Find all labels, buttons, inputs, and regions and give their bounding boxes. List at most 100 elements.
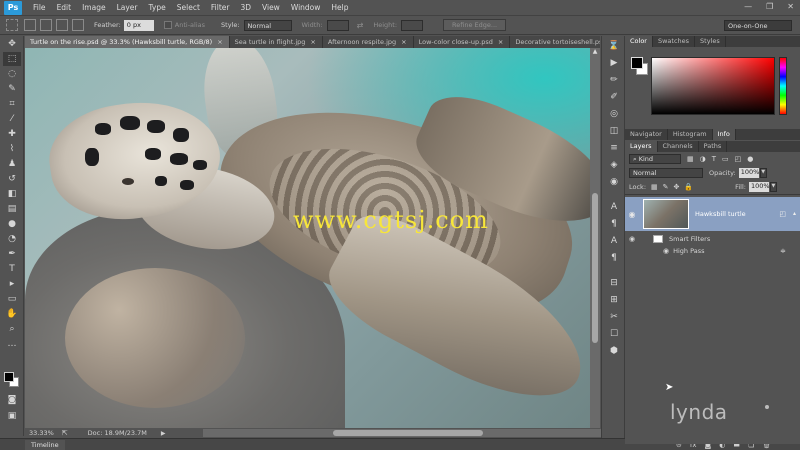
menu-3d[interactable]: 3D: [240, 3, 251, 12]
eyedropper-tool-icon[interactable]: ⁄: [3, 112, 21, 126]
tab-close-icon[interactable]: ×: [310, 38, 315, 46]
layer-row[interactable]: ◉ Hawksbill turtle ◰ ▴: [625, 197, 800, 231]
height-input[interactable]: [401, 19, 424, 31]
tab-close-icon[interactable]: ×: [401, 38, 406, 46]
brush-tool-icon[interactable]: ⌇: [3, 142, 21, 156]
subtract-selection-icon[interactable]: [56, 19, 68, 31]
doc-tab-low-color-close-up[interactable]: Low-color close-up.psd ×: [413, 36, 511, 48]
healing-brush-tool-icon[interactable]: ✚: [3, 127, 21, 141]
adjustments-icon[interactable]: ◫: [605, 123, 623, 138]
smart-filters-eye-icon[interactable]: ◉: [625, 235, 639, 243]
character-styles-icon[interactable]: A: [605, 233, 623, 248]
collapse-effects-icon[interactable]: ▴: [793, 210, 796, 217]
width-input[interactable]: [326, 19, 349, 31]
marquee-preset-icon[interactable]: [6, 19, 18, 31]
crop-tool-icon[interactable]: ⌗: [3, 97, 21, 111]
more-tools-icon[interactable]: …: [3, 337, 21, 351]
menu-help[interactable]: Help: [331, 3, 348, 12]
paragraph-styles-icon[interactable]: ¶: [605, 250, 623, 265]
new-selection-icon[interactable]: [24, 19, 36, 31]
document-canvas[interactable]: www.cgtsj.com: [25, 48, 590, 428]
notes-icon[interactable]: ☐: [605, 326, 623, 341]
gradient-tool-icon[interactable]: ▤: [3, 202, 21, 216]
doc-tab-afternoon-respite[interactable]: Afternoon respite.jpg ×: [322, 36, 414, 48]
blend-mode-select[interactable]: Normal: [629, 168, 703, 178]
tab-close-icon[interactable]: ×: [498, 38, 503, 46]
lock-pixels-icon[interactable]: ✎: [663, 183, 669, 191]
menu-window[interactable]: Window: [291, 3, 321, 12]
marquee-tool-icon[interactable]: ⬚: [3, 52, 21, 66]
feather-input[interactable]: 0 px: [123, 19, 154, 31]
vertical-scroll-thumb[interactable]: [592, 193, 598, 343]
horizontal-scroll-thumb[interactable]: [333, 430, 483, 436]
menu-image[interactable]: Image: [82, 3, 106, 12]
properties-icon[interactable]: ≡: [605, 140, 623, 155]
doc-tab-decorative-tortoiseshell[interactable]: Decorative tortoiseshell.psc: [510, 36, 600, 48]
filter-pixel-icon[interactable]: ▦: [687, 155, 694, 163]
filter-adjustment-icon[interactable]: ◑: [700, 155, 706, 163]
filter-smart-object-icon[interactable]: ◰: [735, 155, 742, 163]
add-selection-icon[interactable]: [40, 19, 52, 31]
path-select-tool-icon[interactable]: ▸: [3, 277, 21, 291]
brush-presets-icon[interactable]: ✐: [605, 89, 623, 104]
layer-comps-icon[interactable]: ⊞: [605, 292, 623, 307]
fill-dropdown-icon[interactable]: ▼: [769, 182, 777, 192]
type-tool-icon[interactable]: T: [3, 262, 21, 276]
tab-swatches[interactable]: Swatches: [653, 36, 696, 47]
filter-toggle-icon[interactable]: ●: [747, 155, 753, 163]
tab-close-icon[interactable]: ×: [217, 38, 222, 46]
move-tool-icon[interactable]: ✥: [3, 37, 21, 51]
tab-navigator[interactable]: Navigator: [625, 129, 668, 140]
doc-tab-sea-turtle-in-flight[interactable]: Sea turtle in flight.jpg ×: [229, 36, 323, 48]
canvas-vertical-scrollbar[interactable]: ▲: [590, 48, 600, 428]
lasso-tool-icon[interactable]: ◌: [3, 67, 21, 81]
refine-edge-button[interactable]: Refine Edge...: [443, 19, 507, 31]
layer-kind-select[interactable]: ⌕ Kind: [629, 154, 681, 164]
menu-layer[interactable]: Layer: [117, 3, 138, 12]
restore-icon[interactable]: ❐: [766, 2, 773, 11]
status-menu-icon[interactable]: ▶: [161, 430, 166, 437]
clone-stamp-tool-icon[interactable]: ♟: [3, 157, 21, 171]
minimize-icon[interactable]: —: [744, 2, 752, 11]
antialias-checkbox[interactable]: [163, 21, 172, 29]
hue-slider[interactable]: [779, 57, 787, 115]
close-icon[interactable]: ✕: [787, 2, 794, 11]
export-icon[interactable]: ⇱: [62, 429, 68, 437]
opacity-dropdown-icon[interactable]: ▼: [759, 168, 767, 178]
foreground-color-chip[interactable]: [631, 57, 643, 69]
opacity-input[interactable]: 100%: [738, 168, 759, 178]
menu-file[interactable]: File: [33, 3, 46, 12]
color-picker-field[interactable]: [651, 57, 775, 115]
3d-icon[interactable]: ⬢: [605, 343, 623, 358]
style-select[interactable]: Normal: [243, 19, 292, 31]
character-icon[interactable]: A: [605, 199, 623, 214]
brush-icon[interactable]: ✏: [605, 72, 623, 87]
fill-input[interactable]: 100%: [748, 182, 770, 192]
filter-eye-icon[interactable]: ◉: [663, 247, 669, 255]
canvas-horizontal-scrollbar[interactable]: [203, 429, 615, 437]
quick-mask-icon[interactable]: ◙: [3, 393, 21, 407]
scroll-up-icon[interactable]: ▲: [590, 48, 600, 58]
lock-transparent-icon[interactable]: ▦: [651, 183, 658, 191]
screen-mode-icon[interactable]: ▣: [3, 409, 21, 423]
lock-position-icon[interactable]: ✥: [674, 183, 680, 191]
foreground-color-swatch[interactable]: [4, 372, 14, 382]
tab-histogram[interactable]: Histogram: [668, 129, 713, 140]
history-brush-tool-icon[interactable]: ↺: [3, 172, 21, 186]
channels-icon[interactable]: ◈: [605, 157, 623, 172]
dodge-tool-icon[interactable]: ◔: [3, 232, 21, 246]
hand-tool-icon[interactable]: ✋: [3, 307, 21, 321]
menu-view[interactable]: View: [262, 3, 280, 12]
timeline-tab[interactable]: Timeline: [25, 439, 65, 450]
eraser-tool-icon[interactable]: ◧: [3, 187, 21, 201]
menu-select[interactable]: Select: [177, 3, 200, 12]
tab-paths[interactable]: Paths: [699, 141, 728, 152]
quick-select-tool-icon[interactable]: ✎: [3, 82, 21, 96]
menu-edit[interactable]: Edit: [57, 3, 72, 12]
doc-tab-turtle-on-the-rise[interactable]: Turtle on the rise.psd @ 33.3% (Hawksbil…: [25, 36, 230, 48]
paragraph-icon[interactable]: ¶: [605, 216, 623, 231]
filter-options-icon[interactable]: ≑: [780, 247, 786, 255]
tool-presets-icon[interactable]: ⊟: [605, 275, 623, 290]
pen-tool-icon[interactable]: ✒: [3, 247, 21, 261]
visibility-eye-icon[interactable]: ◉: [625, 210, 639, 219]
